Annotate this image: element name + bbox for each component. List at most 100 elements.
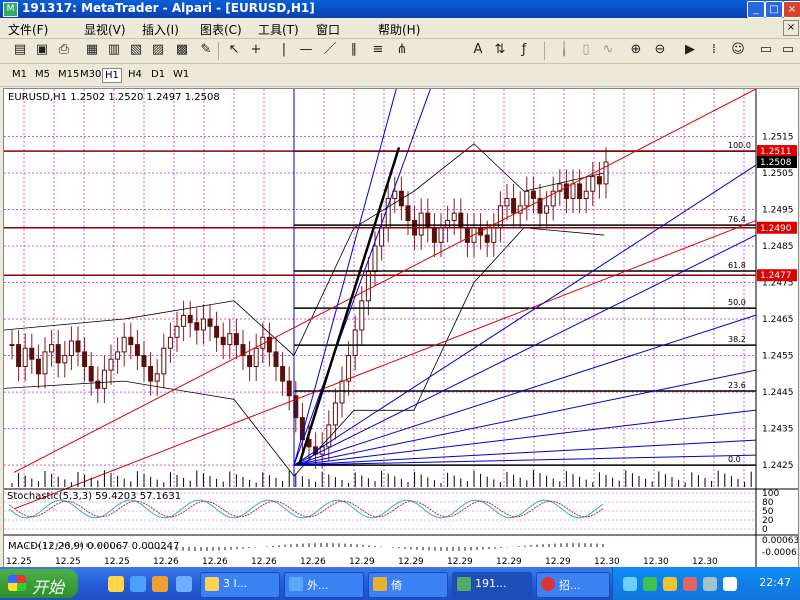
candle-body xyxy=(62,355,68,364)
candle-body xyxy=(280,366,286,382)
auto-scroll-icon[interactable]: ▶ xyxy=(682,42,698,58)
fibo-icon[interactable]: ≡ xyxy=(370,42,386,58)
price-tick-label: 1.2425 xyxy=(762,461,794,471)
candle-body xyxy=(273,351,279,368)
tf-m5-button[interactable]: M5 xyxy=(33,68,52,81)
candle-body xyxy=(220,336,226,346)
close-button[interactable]: × xyxy=(783,1,800,18)
candle-chart-icon[interactable]: ▯ xyxy=(578,42,594,58)
menu-window[interactable]: 窗口 xyxy=(316,21,340,38)
fibonacci-level-label: 61.8 xyxy=(728,261,746,270)
gann-fan-icon[interactable]: ⋔ xyxy=(394,42,410,58)
candle-body xyxy=(35,358,41,375)
candle-body xyxy=(101,369,107,389)
ie-quicklaunch-icon[interactable] xyxy=(130,576,146,592)
channel-icon[interactable]: ∥ xyxy=(346,42,362,58)
candle-body xyxy=(16,344,22,368)
chart-window-icon[interactable]: ▭ xyxy=(780,42,796,58)
task-button-3i[interactable]: 3 I... xyxy=(200,572,280,598)
candle-body xyxy=(544,205,550,214)
time-tick-label: 12.26 xyxy=(202,557,228,567)
candle-body xyxy=(200,318,206,331)
horizontal-line-icon[interactable]: — xyxy=(298,42,314,58)
tester-icon[interactable]: ▩ xyxy=(174,42,190,58)
task-button-doc[interactable]: 倚 xyxy=(368,572,448,598)
tf-m30-button[interactable]: M30 xyxy=(78,68,103,81)
navigator-icon[interactable]: ▧ xyxy=(128,42,144,58)
tf-h4-button[interactable]: H4 xyxy=(126,68,144,81)
menu-chart[interactable]: 图表(C) xyxy=(200,21,242,38)
bar-chart-icon[interactable]: ╽ xyxy=(556,42,572,58)
tf-m1-button[interactable]: M1 xyxy=(10,68,29,81)
folder-quicklaunch-icon[interactable] xyxy=(152,576,168,592)
fractal-icon[interactable]: ƒ xyxy=(516,42,532,58)
maximize-button[interactable]: □ xyxy=(765,1,783,18)
candle-body xyxy=(9,344,15,347)
tray-app-icon[interactable] xyxy=(643,577,657,591)
menu-insert[interactable]: 插入(I) xyxy=(142,21,179,38)
browser-quicklaunch-icon[interactable] xyxy=(108,576,124,592)
start-button[interactable]: 开始 xyxy=(0,569,78,598)
symbol-info: EURUSD,H1 1.2502 1.2520 1.2497 1.2508 xyxy=(8,92,220,103)
price-tag-label: 1.2511 xyxy=(760,147,792,157)
vertical-line-icon[interactable]: | xyxy=(276,42,292,58)
chart-shift-icon[interactable]: ⁞ xyxy=(706,42,722,58)
fibonacci-level-label: 23.6 xyxy=(728,381,746,390)
candle-body xyxy=(82,351,88,368)
tf-h1-button[interactable]: H1 xyxy=(102,68,122,83)
menu-file[interactable]: 文件(F) xyxy=(8,21,48,38)
time-tick-label: 12.30 xyxy=(692,557,718,567)
minimize-button[interactable]: _ xyxy=(747,1,765,18)
market-watch-icon[interactable]: ▥ xyxy=(106,42,122,58)
trendline-icon[interactable]: ／ xyxy=(322,42,338,58)
arrows-icon[interactable]: ⇅ xyxy=(492,42,508,58)
chart-close-button[interactable]: × xyxy=(783,20,799,36)
expert-advisors-icon[interactable]: ☺ xyxy=(730,42,746,58)
time-tick-label: 12.29 xyxy=(398,557,424,567)
price-tag-label: 1.2477 xyxy=(760,271,792,281)
menu-help[interactable]: 帮助(H) xyxy=(378,21,420,38)
expert-icon[interactable]: ✎ xyxy=(198,42,214,58)
tray-app-icon[interactable] xyxy=(663,577,677,591)
stochastic-label: Stochastic(5,3,3) 59.4203 57.1631 xyxy=(7,491,182,502)
time-tick-label: 12.29 xyxy=(447,557,473,567)
task-button-ie[interactable]: 外... xyxy=(284,572,364,598)
cursor-icon[interactable]: ↖ xyxy=(226,42,242,58)
zoom-out-icon[interactable]: ⊖ xyxy=(652,42,668,58)
task-button-metatrader[interactable]: 191... xyxy=(452,572,532,598)
tf-w1-button[interactable]: W1 xyxy=(171,68,191,81)
chart-window[interactable]: 1.2515 1.2505 1.2495 1.2485 1.2475 1.2465 1.24… xyxy=(3,88,799,568)
task-button-opera[interactable]: 招... xyxy=(536,572,610,598)
new-chart-icon[interactable]: ▤ xyxy=(12,42,28,58)
crosshair-icon[interactable]: + xyxy=(248,42,264,58)
terminal-icon[interactable]: ▨ xyxy=(150,42,166,58)
candle-body xyxy=(332,402,338,426)
candle-body xyxy=(148,366,154,382)
properties-icon[interactable]: ▦ xyxy=(84,42,100,58)
time-tick-label: 12.29 xyxy=(545,557,571,567)
menu-view[interactable]: 显视(V) xyxy=(84,21,126,38)
volume-icon[interactable] xyxy=(723,577,737,591)
metatrader-icon xyxy=(457,577,471,591)
network-icon[interactable] xyxy=(623,577,637,591)
candle-body xyxy=(214,325,220,338)
save-icon[interactable]: ▣ xyxy=(34,42,50,58)
candle-body xyxy=(22,347,28,368)
toolbar: ▤ ▣ ⎙ ▦ ▥ ▧ ▨ ▩ ✎ ↖ + | — ／ ∥ ≡ ⋔ A ⇅ ƒ … xyxy=(0,39,800,64)
text-icon[interactable]: A xyxy=(470,42,486,58)
gann-fan-line xyxy=(293,314,757,466)
tf-d1-button[interactable]: D1 xyxy=(149,68,167,81)
candle-body xyxy=(181,314,187,327)
menu-tools[interactable]: 工具(T) xyxy=(258,21,299,38)
zoom-in-icon[interactable]: ⊕ xyxy=(628,42,644,58)
fibonacci-level-label: 38.2 xyxy=(728,335,746,344)
price-tick-label: 1.2445 xyxy=(762,388,794,398)
tray-app-icon[interactable] xyxy=(683,577,697,591)
tray-app-icon[interactable] xyxy=(703,577,717,591)
desktop-quicklaunch-icon[interactable] xyxy=(176,576,192,592)
line-chart-icon[interactable]: ∿ xyxy=(600,42,616,58)
market-icon[interactable]: ▭ xyxy=(758,42,774,58)
print-icon[interactable]: ⎙ xyxy=(56,42,72,58)
candle-body xyxy=(491,227,497,243)
candle-body xyxy=(42,351,48,375)
